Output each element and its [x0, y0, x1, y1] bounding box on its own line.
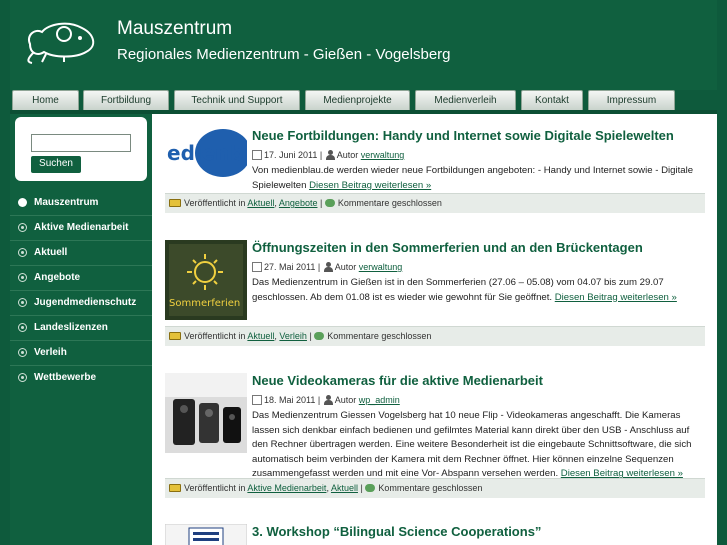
sidebar-item-mauszentrum[interactable]: Mauszentrum: [10, 191, 152, 216]
sidebar-item-verleih[interactable]: Verleih: [10, 341, 152, 366]
post-thumbnail[interactable]: Sommerferien: [165, 240, 247, 320]
post-thumbnail[interactable]: [165, 524, 247, 545]
sidebar-item-label: Angebote: [34, 272, 81, 283]
post: 3. Workshop “Bilingual Science Cooperati…: [165, 524, 705, 545]
sidebar-item-label: Wettbewerbe: [34, 372, 97, 383]
comments-status: Kommentare geschlossen: [337, 198, 442, 208]
sidebar-item-label: Aktive Medienarbeit: [34, 222, 129, 233]
user-icon: [325, 150, 335, 160]
nav-tab-home[interactable]: Home: [12, 90, 79, 110]
nav-tab-kontakt[interactable]: Kontakt: [521, 90, 583, 110]
sidebar-item-aktive-medienarbeit[interactable]: Aktive Medienarbeit: [10, 216, 152, 241]
author-label: Autor: [336, 150, 359, 160]
bullet-icon: [18, 323, 27, 332]
author-link[interactable]: verwaltung: [359, 262, 403, 272]
folder-icon: [169, 484, 181, 492]
bullet-icon: [18, 348, 27, 357]
bullet-icon: [18, 198, 27, 207]
sidebar-item-landeslizenzen[interactable]: Landeslizenzen: [10, 316, 152, 341]
nav-tab-fortbildung[interactable]: Fortbildung: [83, 90, 169, 110]
comments-status: Kommentare geschlossen: [378, 483, 483, 493]
post-date: 18. Mai 2011: [264, 395, 316, 405]
published-label: Veröffentlicht in: [184, 483, 246, 493]
comment-icon: [365, 484, 376, 492]
bullet-icon: [18, 373, 27, 382]
folder-icon: [169, 199, 181, 207]
read-more-link[interactable]: Diesen Beitrag weiterlesen »: [309, 180, 431, 191]
user-icon: [323, 262, 333, 272]
post: Neue Videokameras für die aktive Mediena…: [165, 373, 705, 483]
post: Sommerferien Öffnungszeiten in den Somme…: [165, 240, 705, 330]
published-label: Veröffentlicht in: [184, 198, 246, 208]
post-thumbnail[interactable]: edienbl: [165, 128, 247, 178]
search-input[interactable]: [31, 134, 131, 152]
post-meta: 17. Juni 2011 | Autor verwaltung: [252, 150, 404, 160]
comment-icon: [314, 332, 325, 340]
sidebar-item-label: Landeslizenzen: [34, 322, 108, 333]
author-label: Autor: [334, 262, 357, 272]
post-date: 27. Mai 2011: [264, 262, 316, 272]
post-title[interactable]: Neue Videokameras für die aktive Mediena…: [252, 373, 543, 388]
category-link[interactable]: Aktuell: [247, 198, 274, 208]
published-label: Veröffentlicht in: [184, 331, 246, 341]
main-content: edienbl Neue Fortbildungen: Handy und In…: [152, 114, 717, 545]
sidebar-item-label: Mauszentrum: [34, 197, 99, 208]
search-button[interactable]: Suchen: [31, 156, 81, 173]
author-link[interactable]: verwaltung: [361, 150, 405, 160]
post-excerpt: Das Medienzentrum Giessen Vogelsberg hat…: [252, 409, 705, 482]
site-header: Mauszentrum Regionales Medienzentrum - G…: [10, 0, 717, 90]
folder-icon: [169, 332, 181, 340]
calendar-icon: [252, 395, 262, 405]
post-excerpt: Das Medienzentrum in Gießen ist in den S…: [252, 276, 705, 305]
thumbnail-text: edienbl: [167, 141, 247, 165]
mouse-logo-icon[interactable]: [24, 16, 100, 64]
nav-tab-medienverleih[interactable]: Medienverleih: [415, 90, 516, 110]
sidebar-item-angebote[interactable]: Angebote: [10, 266, 152, 291]
calendar-icon: [252, 262, 262, 272]
thumbnail-text: Sommerferien: [169, 298, 240, 309]
bullet-icon: [18, 298, 27, 307]
sidebar: Suchen Mauszentrum Aktive Medienarbeit A…: [10, 114, 152, 545]
category-link[interactable]: Angebote: [279, 198, 318, 208]
author-link[interactable]: wp_admin: [359, 395, 400, 405]
comments-status: Kommentare geschlossen: [327, 331, 432, 341]
comment-icon: [324, 199, 335, 207]
bullet-icon: [18, 248, 27, 257]
site-subtitle: Regionales Medienzentrum - Gießen - Voge…: [117, 46, 451, 63]
sidebar-item-label: Jugendmedienschutz: [34, 297, 137, 308]
post-meta: 27. Mai 2011 | Autor verwaltung: [252, 262, 402, 272]
post-title[interactable]: Öffnungszeiten in den Sommerferien und a…: [252, 240, 643, 255]
category-link[interactable]: Aktuell: [331, 483, 358, 493]
post-title[interactable]: Neue Fortbildungen: Handy und Internet s…: [252, 128, 674, 143]
category-link[interactable]: Aktive Medienarbeit: [247, 483, 326, 493]
sidebar-item-wettbewerbe[interactable]: Wettbewerbe: [10, 366, 152, 391]
nav-tab-impressum[interactable]: Impressum: [588, 90, 675, 110]
sidebar-item-jugendmedienschutz[interactable]: Jugendmedienschutz: [10, 291, 152, 316]
category-link[interactable]: Verleih: [279, 331, 307, 341]
site-title[interactable]: Mauszentrum: [117, 18, 232, 40]
post-footer: Veröffentlicht in Aktive Medienarbeit, A…: [165, 478, 705, 498]
post-title[interactable]: 3. Workshop “Bilingual Science Cooperati…: [252, 524, 541, 539]
nav-tab-technik[interactable]: Technik und Support: [174, 90, 300, 110]
post-footer: Veröffentlicht in Aktuell, Verleih | Kom…: [165, 326, 705, 346]
post-date: 17. Juni 2011: [264, 150, 318, 160]
bullet-icon: [18, 273, 27, 282]
post-thumbnail[interactable]: [165, 373, 247, 453]
bullet-icon: [18, 223, 27, 232]
sidebar-item-aktuell[interactable]: Aktuell: [10, 241, 152, 266]
search-box: Suchen: [15, 117, 147, 181]
user-icon: [323, 395, 333, 405]
nav-tab-medienprojekte[interactable]: Medienprojekte: [305, 90, 410, 110]
post-footer: Veröffentlicht in Aktuell, Angebote | Ko…: [165, 193, 705, 213]
category-link[interactable]: Aktuell: [247, 331, 274, 341]
calendar-icon: [252, 150, 262, 160]
sidebar-item-label: Verleih: [34, 347, 67, 358]
post-meta: 18. Mai 2011 | Autor wp_admin: [252, 395, 400, 405]
read-more-link[interactable]: Diesen Beitrag weiterlesen »: [555, 292, 677, 303]
sidebar-item-label: Aktuell: [34, 247, 68, 258]
author-label: Autor: [334, 395, 357, 405]
post-excerpt: Von medienblau.de werden wieder neue For…: [252, 164, 705, 193]
